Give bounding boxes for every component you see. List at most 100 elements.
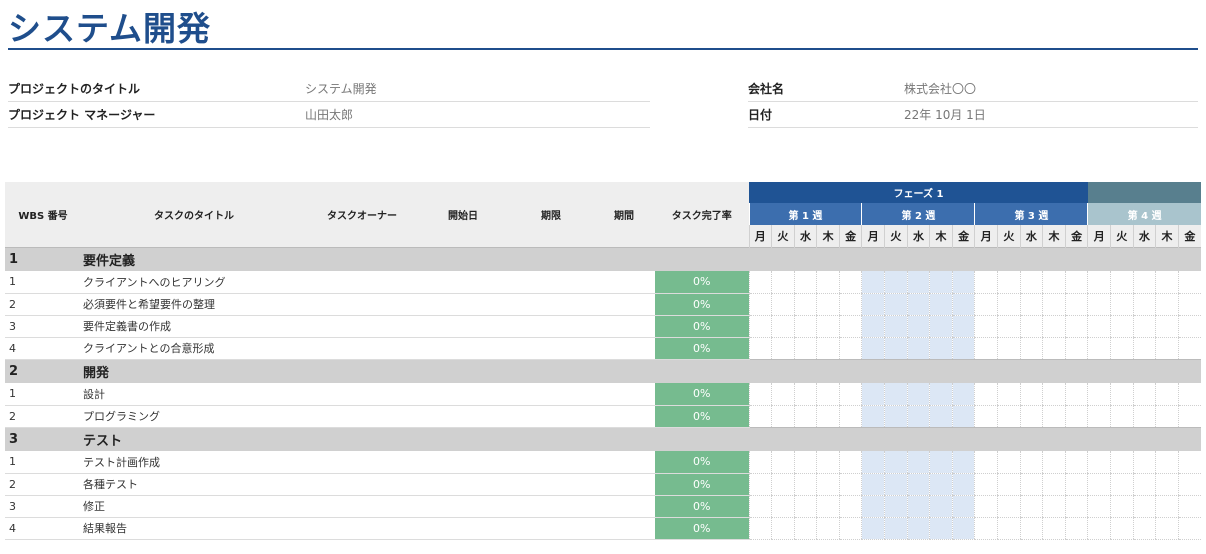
calendar-cell[interactable]: [793, 315, 817, 338]
calendar-cell[interactable]: [748, 293, 772, 316]
calendar-cell[interactable]: [997, 337, 1021, 360]
calendar-cell[interactable]: [1155, 293, 1179, 316]
task-owner-cell[interactable]: [307, 315, 417, 338]
task-progress[interactable]: 0%: [655, 495, 749, 518]
calendar-cell[interactable]: [1042, 315, 1066, 338]
calendar-cell[interactable]: [748, 315, 772, 338]
calendar-cell[interactable]: [1064, 383, 1088, 406]
calendar-cell[interactable]: [748, 451, 772, 474]
task-title[interactable]: クライアントとの合意形成: [81, 337, 307, 360]
task-start-cell[interactable]: [417, 405, 509, 428]
calendar-cell[interactable]: [951, 473, 975, 496]
calendar-cell[interactable]: [906, 495, 930, 518]
task-title[interactable]: プログラミング: [81, 405, 307, 428]
calendar-cell[interactable]: [1064, 293, 1088, 316]
calendar-cell[interactable]: [906, 451, 930, 474]
task-owner-cell[interactable]: [307, 473, 417, 496]
calendar-cell[interactable]: [816, 315, 840, 338]
task-title[interactable]: 要件定義書の作成: [81, 315, 307, 338]
calendar-cell[interactable]: [1132, 495, 1156, 518]
task-progress[interactable]: 0%: [655, 337, 749, 360]
task-start-cell[interactable]: [417, 271, 509, 294]
calendar-cell[interactable]: [838, 293, 862, 316]
calendar-cell[interactable]: [793, 473, 817, 496]
calendar-cell[interactable]: [1177, 451, 1201, 474]
calendar-cell[interactable]: [1132, 517, 1156, 540]
task-due-cell[interactable]: [509, 315, 593, 338]
calendar-cell[interactable]: [1087, 293, 1111, 316]
calendar-cell[interactable]: [1042, 495, 1066, 518]
task-title[interactable]: クライアントへのヒアリング: [81, 271, 307, 294]
calendar-cell[interactable]: [861, 405, 885, 428]
calendar-cell[interactable]: [1042, 451, 1066, 474]
calendar-cell[interactable]: [1132, 271, 1156, 294]
calendar-cell[interactable]: [974, 315, 998, 338]
calendar-cell[interactable]: [929, 473, 953, 496]
calendar-cell[interactable]: [1110, 271, 1134, 294]
task-progress[interactable]: 0%: [655, 473, 749, 496]
calendar-cell[interactable]: [1177, 271, 1201, 294]
calendar-cell[interactable]: [1155, 517, 1179, 540]
calendar-cell[interactable]: [1110, 337, 1134, 360]
calendar-cell[interactable]: [838, 473, 862, 496]
calendar-cell[interactable]: [771, 517, 795, 540]
task-start-cell[interactable]: [417, 495, 509, 518]
calendar-cell[interactable]: [1019, 517, 1043, 540]
task-title[interactable]: テスト計画作成: [81, 451, 307, 474]
calendar-cell[interactable]: [997, 495, 1021, 518]
calendar-cell[interactable]: [1177, 405, 1201, 428]
calendar-cell[interactable]: [1177, 383, 1201, 406]
task-start-cell[interactable]: [417, 473, 509, 496]
calendar-cell[interactable]: [974, 293, 998, 316]
task-progress[interactable]: 0%: [655, 271, 749, 294]
calendar-cell[interactable]: [1042, 337, 1066, 360]
calendar-cell[interactable]: [793, 405, 817, 428]
calendar-cell[interactable]: [884, 271, 908, 294]
task-duration-cell[interactable]: [593, 517, 655, 540]
calendar-cell[interactable]: [1064, 315, 1088, 338]
calendar-cell[interactable]: [1019, 405, 1043, 428]
calendar-cell[interactable]: [1132, 293, 1156, 316]
calendar-cell[interactable]: [951, 293, 975, 316]
calendar-cell[interactable]: [929, 383, 953, 406]
project-title-value[interactable]: システム開発: [305, 80, 377, 97]
calendar-cell[interactable]: [1087, 383, 1111, 406]
calendar-cell[interactable]: [906, 517, 930, 540]
calendar-cell[interactable]: [771, 271, 795, 294]
calendar-cell[interactable]: [861, 451, 885, 474]
calendar-cell[interactable]: [1110, 495, 1134, 518]
calendar-cell[interactable]: [1087, 315, 1111, 338]
calendar-cell[interactable]: [906, 293, 930, 316]
calendar-cell[interactable]: [974, 405, 998, 428]
task-progress[interactable]: 0%: [655, 517, 749, 540]
task-owner-cell[interactable]: [307, 337, 417, 360]
calendar-cell[interactable]: [1064, 271, 1088, 294]
calendar-cell[interactable]: [748, 517, 772, 540]
calendar-cell[interactable]: [951, 405, 975, 428]
calendar-cell[interactable]: [997, 405, 1021, 428]
calendar-cell[interactable]: [748, 405, 772, 428]
task-start-cell[interactable]: [417, 293, 509, 316]
task-due-cell[interactable]: [509, 405, 593, 428]
task-duration-cell[interactable]: [593, 337, 655, 360]
calendar-cell[interactable]: [748, 271, 772, 294]
calendar-cell[interactable]: [816, 517, 840, 540]
task-due-cell[interactable]: [509, 451, 593, 474]
calendar-cell[interactable]: [1064, 337, 1088, 360]
project-manager-value[interactable]: 山田太郎: [305, 106, 353, 123]
calendar-cell[interactable]: [816, 473, 840, 496]
calendar-cell[interactable]: [1087, 337, 1111, 360]
calendar-cell[interactable]: [1019, 383, 1043, 406]
calendar-cell[interactable]: [1132, 315, 1156, 338]
calendar-cell[interactable]: [1132, 337, 1156, 360]
task-duration-cell[interactable]: [593, 451, 655, 474]
task-owner-cell[interactable]: [307, 271, 417, 294]
calendar-cell[interactable]: [793, 517, 817, 540]
calendar-cell[interactable]: [1155, 495, 1179, 518]
task-start-cell[interactable]: [417, 315, 509, 338]
calendar-cell[interactable]: [1087, 517, 1111, 540]
calendar-cell[interactable]: [748, 473, 772, 496]
calendar-cell[interactable]: [861, 495, 885, 518]
task-duration-cell[interactable]: [593, 495, 655, 518]
calendar-cell[interactable]: [861, 517, 885, 540]
